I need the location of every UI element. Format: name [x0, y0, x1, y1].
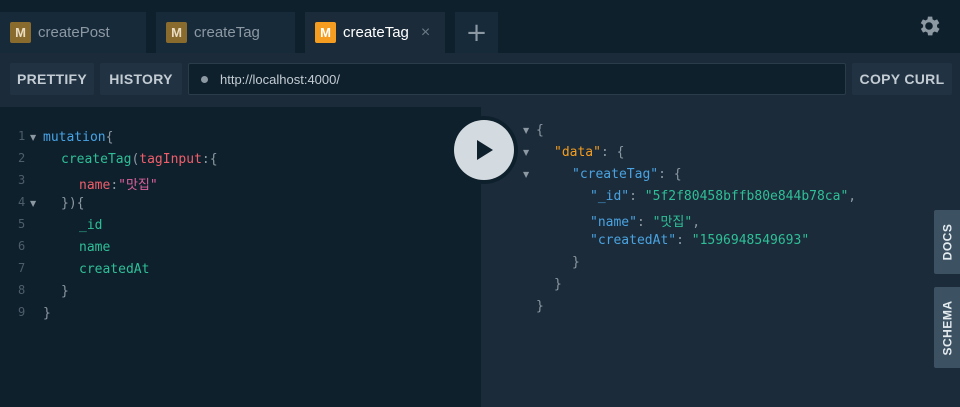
mutation-badge: M	[10, 22, 31, 43]
json-value-name: "맛집"	[652, 215, 693, 230]
result-pane: ▼ ▼ ▼ { "data": { "createTag": { "_id": …	[481, 107, 960, 407]
json-createtag-line: "createTag": {	[572, 167, 682, 182]
add-tab-button[interactable]: +	[455, 12, 498, 53]
copy-curl-button[interactable]: COPY CURL	[852, 63, 952, 95]
json-createdat-line: "createdAt": "1596948549693"	[590, 233, 810, 248]
history-button[interactable]: HISTORY	[100, 63, 182, 95]
colon: :	[110, 178, 119, 193]
code-line-6: name	[79, 240, 111, 255]
docs-tab[interactable]: DOCS	[934, 210, 960, 274]
run-button-face	[454, 120, 514, 180]
field-createtag: createTag	[61, 152, 132, 167]
tab-bar: M createPost M createTag M createTag × +	[0, 0, 960, 53]
json-data-line: "data": {	[554, 145, 624, 160]
brace: {	[105, 130, 114, 145]
fold-arrow-icon[interactable]: ▼	[523, 126, 529, 135]
tab-label: createPost	[38, 24, 110, 41]
code-line-3: name:"맛집"	[79, 174, 158, 193]
endpoint-url-input[interactable]: http://localhost:4000/	[188, 63, 846, 95]
json-punc: : {	[600, 145, 625, 160]
endpoint-url-text: http://localhost:4000/	[220, 71, 340, 87]
line-number: 6	[18, 239, 26, 253]
schema-tab-label: SCHEMA	[940, 299, 955, 356]
line-number: 7	[18, 261, 26, 275]
json-punc: : {	[658, 167, 682, 182]
line-number: 3	[18, 173, 26, 187]
fold-arrow-icon[interactable]: ▼	[523, 170, 529, 179]
toolbar: PRETTIFY HISTORY http://localhost:4000/ …	[0, 53, 960, 107]
line-number: 9	[18, 305, 26, 319]
mutation-badge: M	[166, 22, 187, 43]
code-line-9: }	[43, 306, 51, 321]
json-key-name: "name"	[590, 215, 637, 230]
code-line-1: mutation{	[43, 130, 113, 145]
json-close-brace: }	[536, 299, 544, 314]
json-key-data: "data"	[554, 145, 601, 160]
execute-query-button[interactable]	[450, 116, 518, 184]
tab-label: createTag	[343, 24, 409, 41]
fold-arrow-icon[interactable]: ▼	[30, 199, 36, 208]
code-line-7: createdAt	[79, 262, 150, 277]
json-key-id: "_id"	[590, 189, 630, 204]
schema-tab[interactable]: SCHEMA	[934, 287, 960, 368]
gear-icon[interactable]	[916, 13, 942, 39]
code-line-4: }){	[61, 196, 85, 211]
line-number: 2	[18, 151, 26, 165]
json-close-brace: }	[572, 255, 580, 270]
json-close-brace: }	[554, 277, 562, 292]
arg-taginput: tagInput	[139, 152, 202, 167]
json-open-brace: {	[536, 123, 544, 138]
json-name-line: "name": "맛집",	[590, 215, 701, 230]
tab-createtag[interactable]: M createTag	[156, 12, 295, 53]
line-number: 4	[18, 195, 26, 209]
tab-createtag-active[interactable]: M createTag ×	[305, 12, 445, 53]
query-editor[interactable]: 1 2 3 4 5 6 7 8 9 ▼ ▼ mutation{ createTa…	[0, 107, 481, 407]
json-key-createdat: "createdAt"	[590, 233, 677, 248]
mutation-badge: M	[315, 22, 336, 43]
docs-tab-label: DOCS	[940, 223, 955, 261]
prettify-button[interactable]: PRETTIFY	[10, 63, 94, 95]
line-number: 1	[18, 129, 26, 143]
fold-arrow-icon[interactable]: ▼	[30, 133, 36, 142]
line-number: 8	[18, 283, 26, 297]
code-line-2: createTag(tagInput:{	[61, 152, 218, 167]
play-icon	[477, 140, 493, 160]
line-number: 5	[18, 217, 26, 231]
string-value: "맛집"	[118, 178, 158, 193]
status-dot-icon	[201, 75, 208, 83]
colon-brace: :{	[201, 152, 218, 167]
close-icon[interactable]: ×	[421, 24, 430, 42]
fold-arrow-icon[interactable]: ▼	[523, 148, 529, 157]
keyword-mutation: mutation	[43, 130, 106, 145]
json-value-id: "5f2f80458bffb80e844b78ca"	[644, 189, 849, 204]
tab-label: createTag	[194, 24, 260, 41]
json-value-createdat: "1596948549693"	[691, 233, 810, 248]
tab-createpost[interactable]: M createPost	[0, 12, 146, 53]
json-key-createtag: "createTag"	[572, 167, 659, 182]
code-line-5: _id	[79, 218, 103, 233]
json-id-line: "_id": "5f2f80458bffb80e844b78ca",	[590, 189, 857, 204]
arg-name: name	[79, 178, 111, 193]
code-line-8: }	[61, 284, 69, 299]
